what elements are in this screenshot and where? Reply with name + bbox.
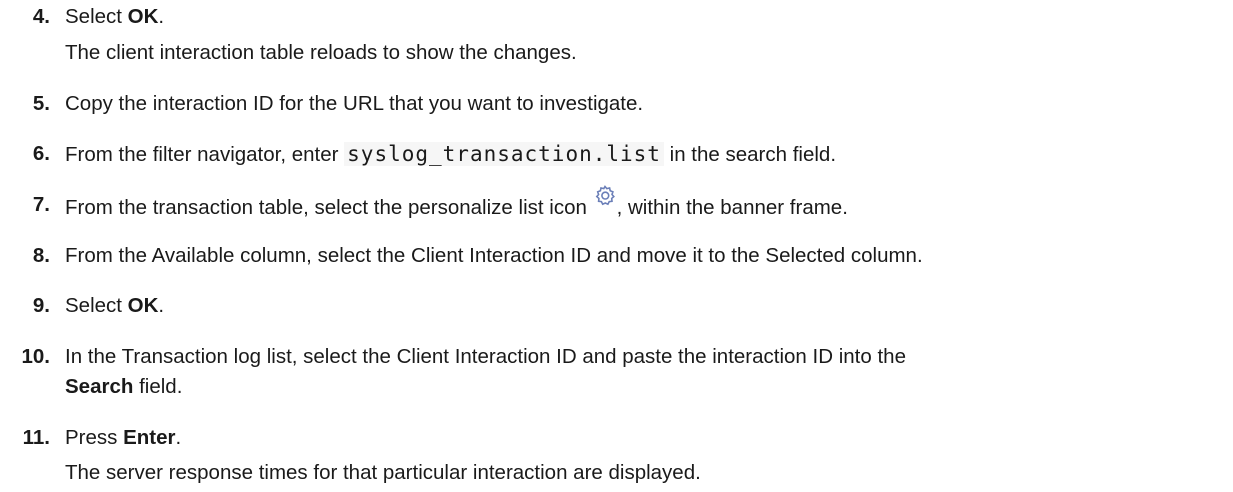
gear-icon bbox=[593, 184, 617, 208]
step-text: From the transaction table, select the p… bbox=[65, 185, 848, 221]
step-text: Select OK. bbox=[65, 294, 165, 317]
step-number: 7. bbox=[32, 193, 50, 216]
step-number: 5. bbox=[32, 92, 50, 115]
step-text: In the Transaction log list, select the … bbox=[65, 345, 906, 368]
step-result: The server response times for that parti… bbox=[65, 461, 701, 484]
step-text: Press Enter. bbox=[65, 426, 182, 449]
table-name-code: syslog_transaction.list bbox=[344, 142, 664, 166]
step-number: 10. bbox=[21, 345, 51, 368]
search-label: Search bbox=[65, 375, 134, 398]
step-number: 9. bbox=[32, 294, 50, 317]
enter-label: Enter bbox=[123, 426, 176, 449]
step-text-continued: Search field. bbox=[65, 375, 183, 398]
step-text: From the filter navigator, enter syslog_… bbox=[65, 142, 837, 166]
step-text: Copy the interaction ID for the URL that… bbox=[65, 92, 644, 115]
step-result: The client interaction table reloads to … bbox=[65, 41, 577, 64]
ok-label: OK bbox=[127, 294, 159, 317]
step-number: 8. bbox=[32, 244, 50, 267]
step-number: 6. bbox=[32, 142, 50, 165]
ok-label: OK bbox=[127, 5, 159, 28]
step-number: 11. bbox=[22, 426, 50, 449]
step-text: Select OK. bbox=[65, 5, 165, 28]
step-text: From the Available column, select the Cl… bbox=[65, 244, 923, 267]
step-number: 4. bbox=[32, 5, 50, 28]
